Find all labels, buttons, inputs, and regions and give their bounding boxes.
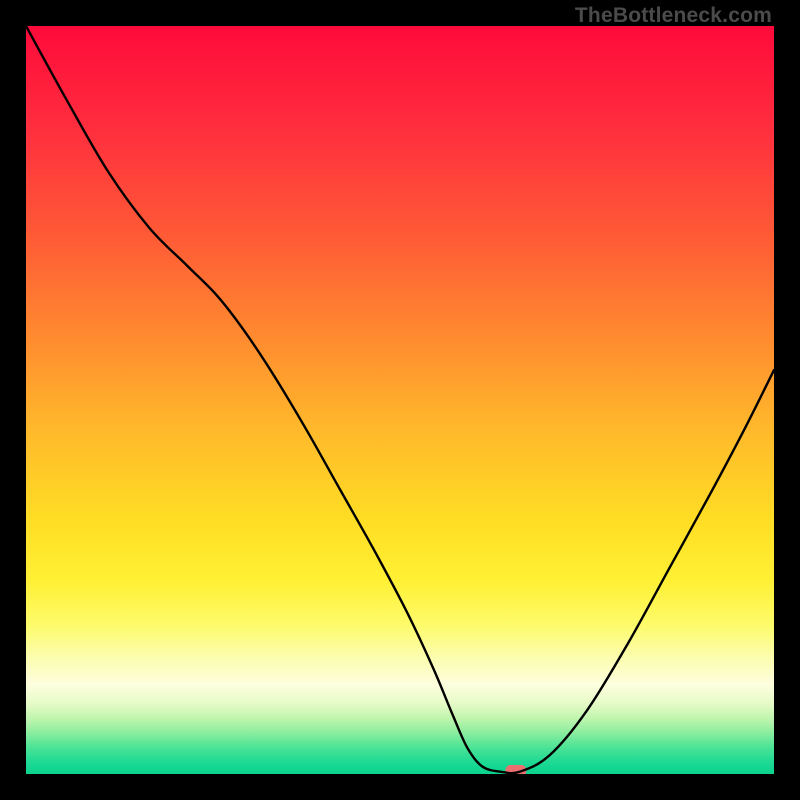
plot-area xyxy=(26,26,774,774)
bottleneck-chart xyxy=(26,26,774,774)
watermark-text: TheBottleneck.com xyxy=(575,4,772,28)
chart-background xyxy=(26,26,774,774)
chart-frame: TheBottleneck.com xyxy=(0,0,800,800)
